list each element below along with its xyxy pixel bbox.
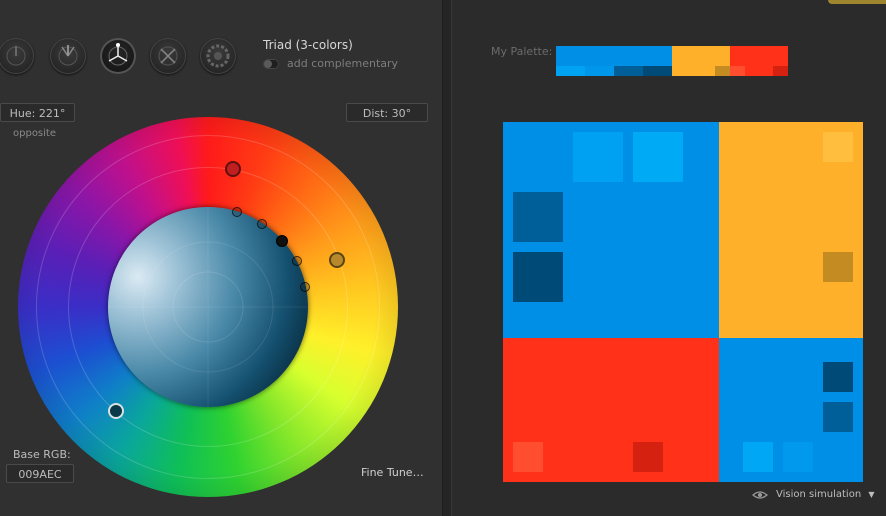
panel-divider[interactable]: [442, 0, 452, 516]
my-palette-label: My Palette:: [491, 45, 553, 58]
preview-swatch-blue-dark-2[interactable]: [513, 252, 563, 302]
preview-swatch-blue-light-2[interactable]: [633, 132, 683, 182]
preview-swatch-red-dark[interactable]: [633, 442, 663, 472]
preview-swatch-blue-dark-3[interactable]: [823, 362, 853, 392]
preview-swatch-orange-dark[interactable]: [823, 252, 853, 282]
color-preview-grid: [503, 122, 863, 482]
hue-marker-orange[interactable]: [329, 252, 345, 268]
custom-rule-icon[interactable]: [200, 38, 236, 74]
hue-marker-blue[interactable]: [108, 403, 124, 419]
base-rgb-label: Base RGB:: [13, 448, 71, 461]
preview-swatch-blue-light-1[interactable]: [573, 132, 623, 182]
chevron-down-icon: ▼: [868, 490, 875, 499]
monochromatic-rule-icon[interactable]: [0, 38, 34, 74]
preview-swatch-blue-light-3[interactable]: [743, 442, 773, 472]
vision-simulation-label: Vision simulation: [776, 489, 862, 500]
palette-shade-blue-2[interactable]: [585, 66, 614, 76]
hue-marker-red[interactable]: [225, 161, 241, 177]
palette-shade-blue-1[interactable]: [556, 66, 585, 76]
eye-icon[interactable]: [752, 490, 768, 500]
color-wheel[interactable]: [18, 117, 398, 497]
preview-swatch-orange-light[interactable]: [823, 132, 853, 162]
base-rgb-field[interactable]: 009AEC: [6, 464, 74, 483]
analogic-rule-icon[interactable]: [50, 38, 86, 74]
preview-swatch-red-light[interactable]: [513, 442, 543, 472]
add-complementary-label: add complementary: [287, 57, 399, 70]
palette-shade-blue-4[interactable]: [643, 66, 672, 76]
palette-main-red[interactable]: [730, 46, 788, 66]
shade-dot-2[interactable]: [257, 219, 267, 229]
color-wheel-panel: Triad (3-colors) add complementary Hue: …: [0, 0, 442, 516]
palette-shade-blue-3[interactable]: [614, 66, 643, 76]
shade-dot-3[interactable]: [276, 235, 288, 247]
palette-shade-orange-2[interactable]: [715, 66, 730, 76]
add-complementary-toggle[interactable]: [263, 59, 279, 69]
palette-main-orange[interactable]: [672, 46, 730, 66]
tetrad-rule-icon[interactable]: [150, 38, 186, 74]
fine-tune-link[interactable]: Fine Tune…: [361, 466, 424, 479]
palette-shade-red-3[interactable]: [773, 66, 788, 76]
triad-rule-icon[interactable]: [100, 38, 136, 74]
palette-shade-red-1[interactable]: [730, 66, 745, 76]
preview-swatch-blue-light-4[interactable]: [783, 442, 813, 472]
shade-dot-4[interactable]: [292, 256, 302, 266]
palette-shade-red-2[interactable]: [745, 66, 773, 76]
shade-dot-5[interactable]: [300, 282, 310, 292]
top-accent-bar: [828, 0, 886, 4]
preview-swatch-blue-dark-1[interactable]: [513, 192, 563, 242]
preview-swatch-blue-dark-4[interactable]: [823, 402, 853, 432]
palette-shade-orange-1[interactable]: [672, 66, 715, 76]
vision-simulation-menu[interactable]: Vision simulation ▼: [776, 489, 875, 500]
palette-main-blue[interactable]: [556, 46, 672, 66]
shade-dot-1[interactable]: [232, 207, 242, 217]
my-palette-strip[interactable]: [556, 46, 788, 76]
color-rule-title: Triad (3-colors): [263, 38, 353, 52]
